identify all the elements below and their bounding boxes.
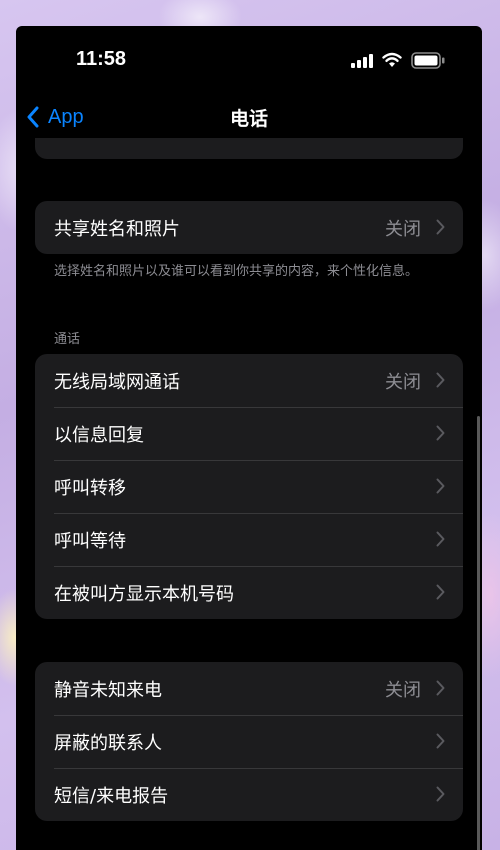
blocking-group: 静音未知来电 关闭 屏蔽的联系人 短信/来电报告 xyxy=(35,662,463,821)
navigation-bar: App 电话 xyxy=(16,98,482,138)
blocked-contacts-row[interactable]: 屏蔽的联系人 xyxy=(35,715,463,768)
show-caller-id-row[interactable]: 在被叫方显示本机号码 xyxy=(35,566,463,619)
chevron-right-icon xyxy=(436,531,445,547)
chevron-right-icon xyxy=(436,786,445,802)
row-label: 呼叫等待 xyxy=(54,530,126,552)
silence-unknown-callers-row[interactable]: 静音未知来电 关闭 xyxy=(35,662,463,715)
row-label: 屏蔽的联系人 xyxy=(54,732,162,754)
sms-call-reporting-row[interactable]: 短信/来电报告 xyxy=(35,768,463,821)
row-label: 呼叫转移 xyxy=(54,477,126,499)
page-title: 电话 xyxy=(229,108,268,130)
chevron-right-icon xyxy=(436,425,445,441)
share-name-photo-group: 共享姓名和照片 关闭 xyxy=(35,201,463,254)
row-value: 关闭 xyxy=(385,679,421,701)
chevron-right-icon xyxy=(436,680,445,696)
signal-icon xyxy=(351,54,373,68)
status-time: 11:58 xyxy=(76,48,127,70)
row-value: 关闭 xyxy=(385,218,421,240)
chevron-right-icon xyxy=(436,219,445,235)
section-header-calls: 通话 xyxy=(54,332,81,347)
row-label: 共享姓名和照片 xyxy=(54,218,180,240)
call-waiting-row[interactable]: 呼叫等待 xyxy=(35,513,463,566)
status-bar: 11:58 xyxy=(16,26,482,96)
phone-screen: 11:58 App 电话 共享姓名和照片 关闭 选择姓名和照片以及谁可以看到你共… xyxy=(16,26,482,850)
chevron-right-icon xyxy=(436,372,445,388)
row-label: 静音未知来电 xyxy=(54,679,162,701)
scroll-indicator[interactable] xyxy=(477,416,480,850)
calls-group: 无线局域网通话 关闭 以信息回复 呼叫转移 呼叫等待 在被叫方显示本机号码 xyxy=(35,354,463,619)
row-label: 在被叫方显示本机号码 xyxy=(54,583,234,605)
chevron-right-icon xyxy=(436,478,445,494)
row-value: 关闭 xyxy=(385,371,421,393)
settings-list: 共享姓名和照片 关闭 选择姓名和照片以及谁可以看到你共享的内容，来个性化信息。 … xyxy=(16,138,482,850)
call-forwarding-row[interactable]: 呼叫转移 xyxy=(35,460,463,513)
respond-with-text-row[interactable]: 以信息回复 xyxy=(35,407,463,460)
chevron-right-icon xyxy=(436,584,445,600)
battery-icon xyxy=(411,52,445,69)
chevron-right-icon xyxy=(436,733,445,749)
row-label: 短信/来电报告 xyxy=(54,785,169,807)
row-label: 无线局域网通话 xyxy=(54,371,180,393)
row-label: 以信息回复 xyxy=(54,424,144,446)
previous-group-partial xyxy=(35,138,463,159)
wifi-calling-row[interactable]: 无线局域网通话 关闭 xyxy=(35,354,463,407)
wifi-icon xyxy=(382,52,402,67)
share-name-photo-row[interactable]: 共享姓名和照片 关闭 xyxy=(35,201,463,254)
share-footnote: 选择姓名和照片以及谁可以看到你共享的内容，来个性化信息。 xyxy=(54,264,419,279)
